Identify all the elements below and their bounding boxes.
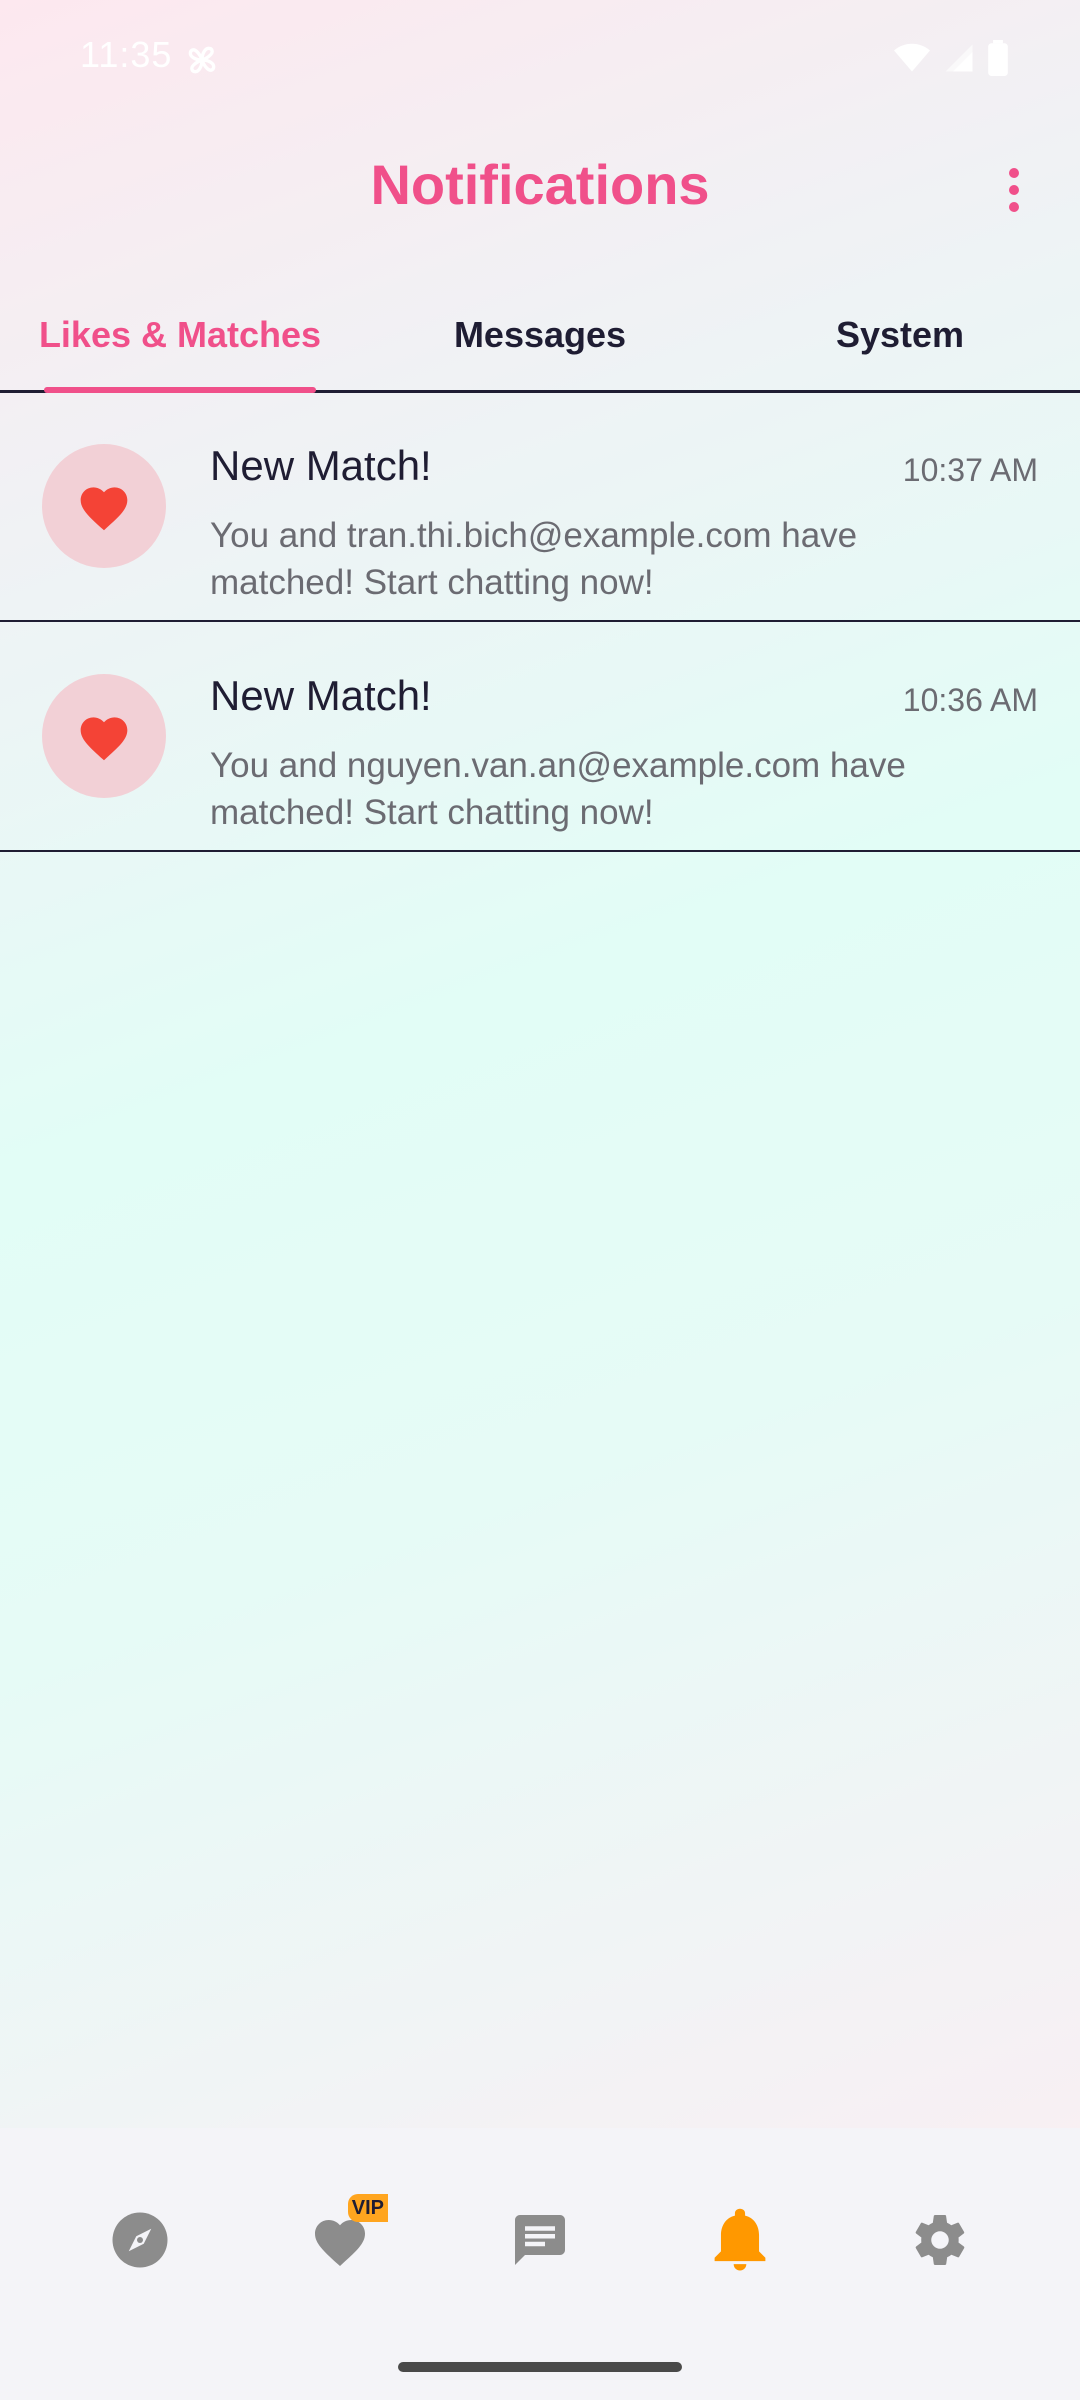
tab-label: System: [835, 314, 965, 355]
notification-avatar: [42, 674, 166, 798]
notification-time: 10:37 AM: [902, 452, 1038, 488]
tab-system[interactable]: System: [720, 280, 1080, 390]
tab-bar: Likes & Matches Messages System: [0, 280, 1080, 393]
notification-item[interactable]: New Match! 10:36 AM You and nguyen.van.a…: [0, 622, 1080, 852]
status-time: 11:35: [80, 34, 173, 75]
status-icons: [894, 40, 1008, 76]
nav-notifications[interactable]: [700, 2200, 780, 2280]
fan-icon: [188, 46, 216, 74]
more-vert-icon: [1009, 168, 1019, 178]
status-bar: 11:35: [0, 0, 1080, 110]
notification-time: 10:36 AM: [902, 682, 1038, 718]
app-bar: Notifications: [0, 140, 1080, 240]
chat-icon: [515, 2215, 565, 2265]
notification-title: New Match!: [210, 442, 432, 489]
gear-icon: [915, 2215, 965, 2265]
nav-discover[interactable]: [100, 2200, 180, 2280]
tab-label: Likes & Matches: [38, 314, 322, 355]
nav-messages[interactable]: [500, 2200, 580, 2280]
nav-vip-likes[interactable]: VIP: [300, 2194, 388, 2280]
wifi-icon: [894, 43, 930, 72]
notification-body: You and nguyen.van.an@example.com have m…: [210, 746, 906, 832]
notification-avatar: [42, 444, 166, 568]
notification-list: New Match! 10:37 AM You and tran.thi.bic…: [0, 392, 1080, 852]
heart-icon: [80, 717, 128, 761]
more-options-button[interactable]: [988, 160, 1040, 220]
cellular-signal-icon: [945, 44, 973, 72]
vip-badge: VIP: [347, 2194, 388, 2222]
compass-icon: [112, 2212, 168, 2268]
tab-likes-matches[interactable]: Likes & Matches: [0, 280, 360, 390]
notification-body: You and tran.thi.bich@example.com have m…: [210, 516, 858, 602]
notification-title: New Match!: [210, 672, 432, 719]
tab-messages[interactable]: Messages: [360, 280, 720, 390]
notification-item[interactable]: New Match! 10:37 AM You and tran.thi.bic…: [0, 392, 1080, 622]
nav-settings[interactable]: [900, 2200, 980, 2280]
bell-icon: [714, 2208, 766, 2271]
bottom-navigation: VIP: [0, 2128, 1080, 2400]
battery-icon: [988, 40, 1008, 76]
page-title: Notifications: [370, 153, 710, 216]
tab-label: Messages: [453, 314, 627, 355]
heart-icon: [80, 487, 128, 531]
home-indicator[interactable]: [398, 2362, 682, 2372]
